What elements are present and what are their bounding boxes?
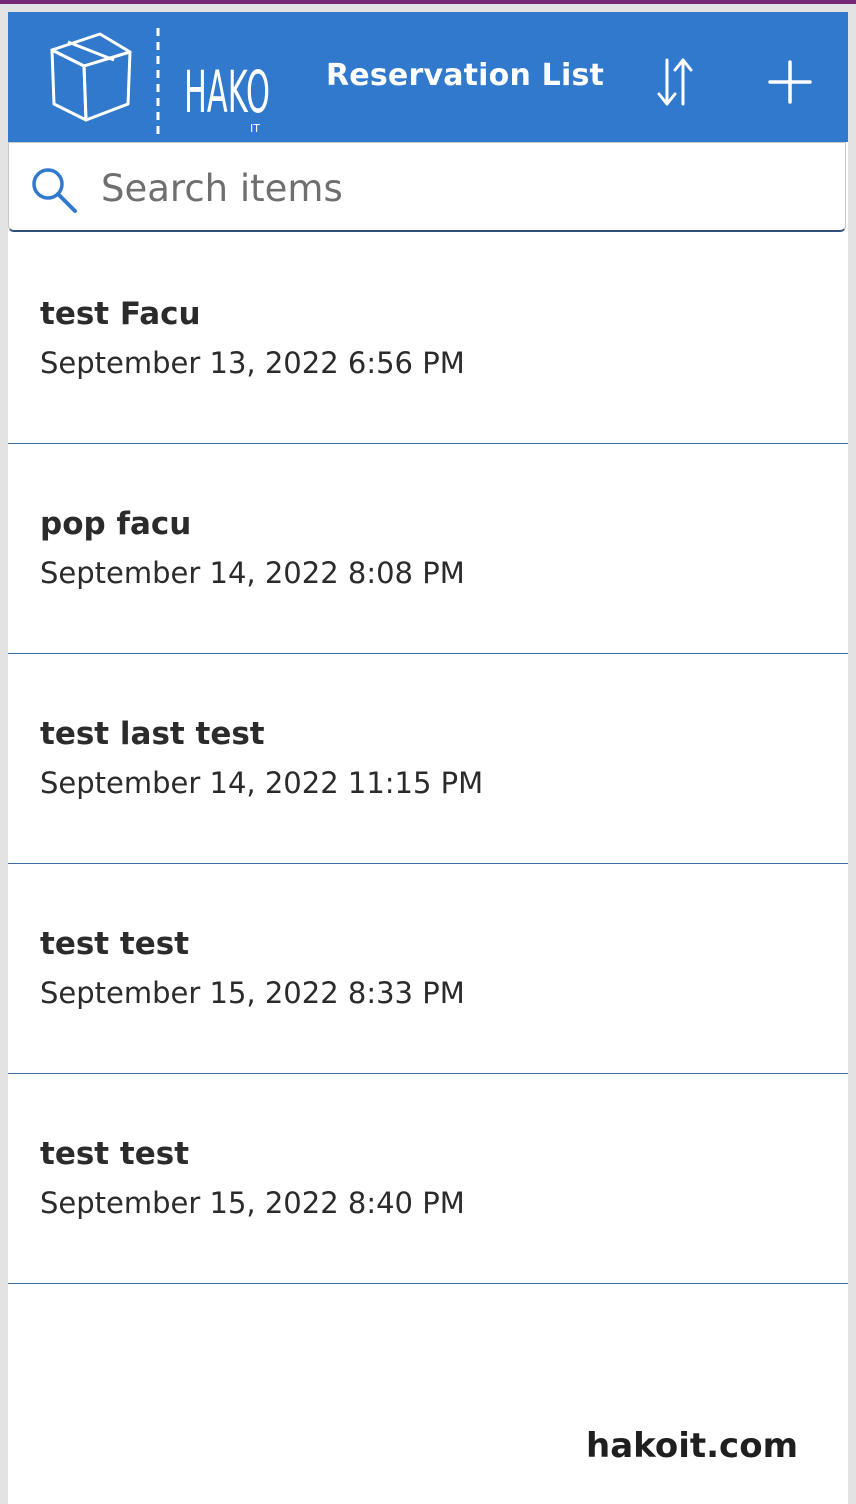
- list-item[interactable]: test Facu September 13, 2022 6:56 PM: [8, 234, 848, 444]
- item-title: test test: [40, 926, 190, 962]
- item-date: September 15, 2022 8:33 PM: [40, 976, 465, 1010]
- item-date: September 13, 2022 6:56 PM: [40, 346, 465, 380]
- window-top-strip: [0, 0, 856, 4]
- plus-icon: [768, 60, 812, 104]
- reservation-list: test Facu September 13, 2022 6:56 PM pop…: [8, 234, 848, 1284]
- item-date: September 14, 2022 11:15 PM: [40, 766, 484, 800]
- footer-brand: hakoit.com: [586, 1426, 798, 1466]
- svg-text:IT: IT: [250, 122, 260, 134]
- add-reservation-button[interactable]: [760, 52, 820, 112]
- list-item[interactable]: test test September 15, 2022 8:40 PM: [8, 1074, 848, 1284]
- item-date: September 15, 2022 8:40 PM: [40, 1186, 465, 1220]
- item-title: test Facu: [40, 296, 201, 332]
- search-icon: [32, 168, 77, 213]
- list-item[interactable]: test last test September 14, 2022 11:15 …: [8, 654, 848, 864]
- app-header: HAKO IT Reservation List: [8, 12, 848, 142]
- item-title: test test: [40, 1136, 190, 1172]
- page-title: Reservation List: [326, 58, 605, 93]
- app-screen: HAKO IT Reservation List Search items te…: [8, 12, 848, 1504]
- svg-text:HAKO: HAKO: [184, 58, 270, 126]
- item-date: September 14, 2022 8:08 PM: [40, 556, 465, 590]
- search-input[interactable]: [101, 159, 821, 217]
- search-bar: [8, 142, 846, 232]
- item-title: pop facu: [40, 506, 192, 542]
- sort-icon: [657, 58, 693, 106]
- list-item[interactable]: test test September 15, 2022 8:33 PM: [8, 864, 848, 1074]
- list-item[interactable]: pop facu September 14, 2022 8:08 PM: [8, 444, 848, 654]
- hako-logo: HAKO IT: [44, 22, 284, 134]
- sort-button[interactable]: [645, 52, 705, 112]
- box-icon: [50, 32, 132, 122]
- item-title: test last test: [40, 716, 265, 752]
